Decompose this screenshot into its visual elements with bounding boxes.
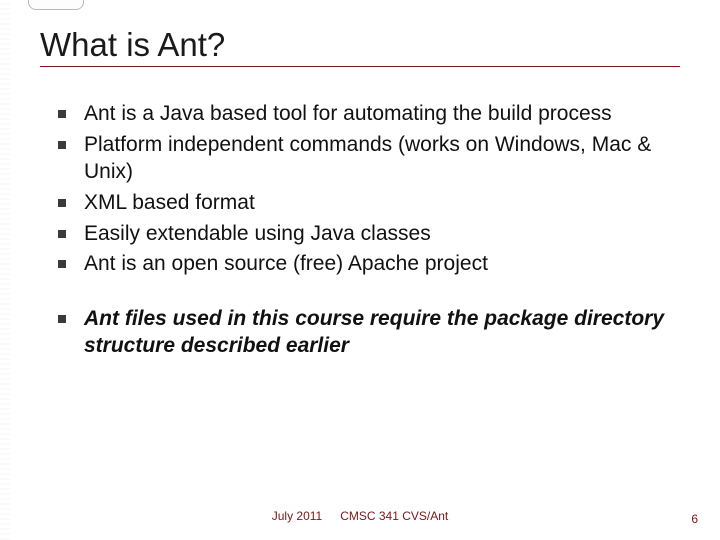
- square-bullet-icon: [58, 199, 66, 207]
- bullet-text: Ant is an open source (free) Apache proj…: [84, 251, 488, 278]
- list-item: Platform independent commands (works on …: [58, 132, 680, 186]
- list-item: XML based format: [58, 190, 680, 217]
- list-item: Ant is an open source (free) Apache proj…: [58, 251, 680, 278]
- bullet-list: Ant is a Java based tool for automating …: [40, 101, 680, 360]
- list-item: Ant is a Java based tool for automating …: [58, 101, 680, 128]
- bullet-text: Easily extendable using Java classes: [84, 221, 431, 248]
- footer-date: July 2011: [272, 509, 322, 523]
- footer-course: CMSC 341 CVS/Ant: [340, 509, 448, 523]
- list-item: Ant files used in this course require th…: [58, 306, 680, 360]
- bullet-text: Ant is a Java based tool for automating …: [84, 101, 612, 128]
- square-bullet-icon: [58, 315, 66, 323]
- bullet-text: Platform independent commands (works on …: [84, 132, 674, 186]
- slide-title: What is Ant?: [40, 26, 680, 67]
- square-bullet-icon: [58, 141, 66, 149]
- bullet-text: XML based format: [84, 190, 255, 217]
- square-bullet-icon: [58, 260, 66, 268]
- list-item: Easily extendable using Java classes: [58, 221, 680, 248]
- square-bullet-icon: [58, 230, 66, 238]
- square-bullet-icon: [58, 110, 66, 118]
- page-number: 6: [691, 512, 698, 526]
- slide-body: What is Ant? Ant is a Java based tool fo…: [0, 0, 720, 540]
- slide-footer: July 2011 CMSC 341 CVS/Ant: [0, 506, 720, 526]
- bullet-text: Ant files used in this course require th…: [84, 306, 674, 360]
